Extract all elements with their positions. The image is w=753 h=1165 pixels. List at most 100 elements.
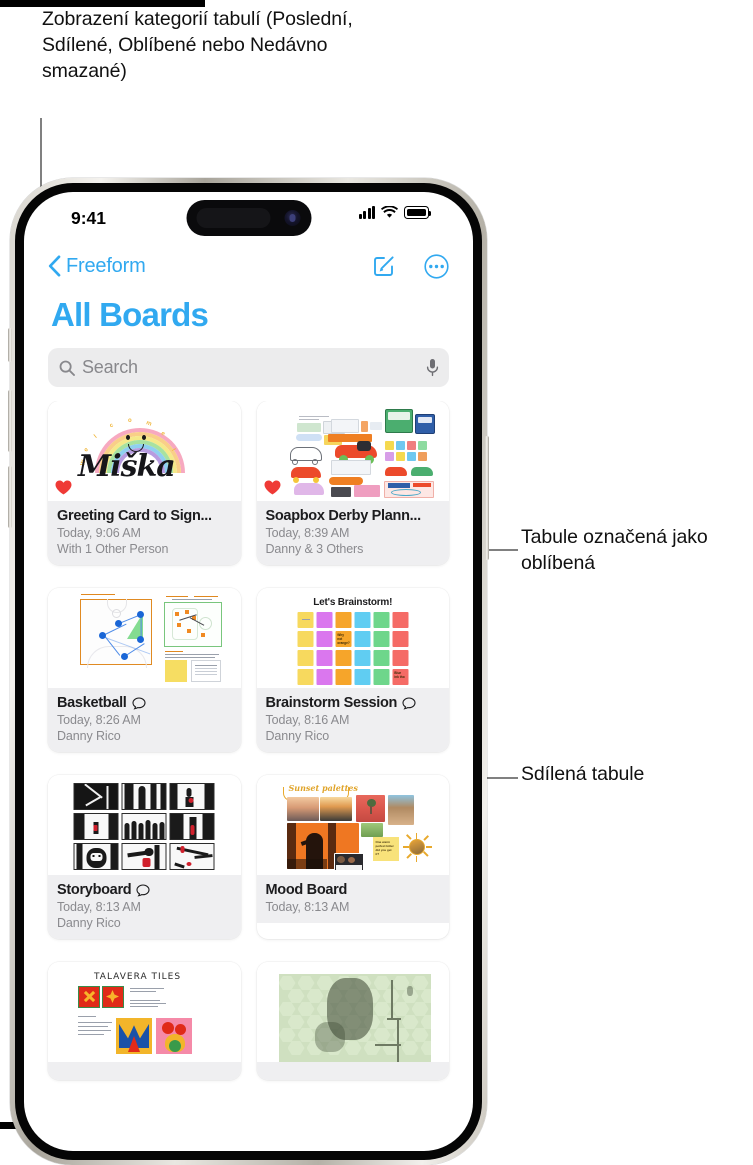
board-participants: Danny Rico [265, 729, 330, 743]
status-bar-indicators [358, 206, 432, 219]
board-participants: Danny Rico [57, 729, 121, 743]
board-card-soapbox-derby[interactable]: Soapbox Derby Plann... Today, 8:39 AM Da… [256, 401, 450, 565]
mood-photo [286, 797, 319, 821]
thumbnail-handwriting-text: TALAVERA TILES [94, 972, 182, 982]
basketball-table-card [191, 660, 221, 682]
board-card-mood-board[interactable]: Sunset palettes One warm perfect bitter … [256, 775, 450, 939]
board-title: Storyboard [57, 882, 232, 898]
mood-photo [319, 797, 352, 821]
mute-switch[interactable] [8, 328, 12, 362]
iphone-device-frame: 9:41 Freeform All Boards Search W e l c … [8, 178, 489, 1165]
board-timestamp: Today, 9:06 AM [57, 526, 141, 540]
board-card-basketball[interactable]: Basketball Today, 8:26 AM Danny Rico [48, 588, 241, 752]
status-bar: 9:41 [24, 192, 473, 244]
board-participants: Danny Rico [57, 916, 121, 930]
favorite-heart-icon [264, 480, 280, 495]
board-card-storyboard[interactable]: Storyboard Today, 8:13 AM Danny Rico [48, 775, 241, 939]
dynamic-island-pill [196, 208, 270, 228]
mood-photo [360, 823, 383, 837]
boards-scroll-area[interactable]: W e l c o m e ! Miška Greeting Card to S… [24, 401, 473, 1121]
wifi-icon [381, 206, 398, 218]
storyboard-frame [169, 813, 215, 840]
board-thumbnail-storyboard [48, 775, 241, 875]
nav-bar-actions [372, 253, 449, 279]
shared-board-bubble-icon [402, 696, 416, 710]
thumbnail-artwork-map [257, 962, 450, 1062]
thumbnail-artwork-mood-board: Sunset palettes One warm perfect bitter … [257, 775, 450, 875]
board-timestamp: Today, 8:39 AM [265, 526, 350, 540]
microphone-icon[interactable] [425, 358, 440, 377]
thumbnail-artwork-soapbox-derby [257, 401, 450, 501]
board-thumbnail-talavera: TALAVERA TILES [48, 962, 241, 1062]
phone-bezel: 9:41 Freeform All Boards Search W e l c … [15, 183, 482, 1160]
back-button-label: Freeform [66, 254, 146, 277]
search-icon [59, 360, 75, 376]
storyboard-frame-grid [73, 783, 215, 870]
board-participants: Danny & 3 Others [265, 542, 364, 556]
front-camera-icon [284, 210, 300, 226]
mood-board-sun-doodle [402, 833, 432, 862]
board-meta-talavera [48, 1062, 241, 1080]
back-button-freeform[interactable]: Freeform [48, 255, 146, 278]
thumbnail-heading-text: Let's Brainstorm! [313, 597, 393, 608]
hex-map-artwork [278, 974, 431, 1062]
storyboard-frame [121, 813, 167, 840]
board-timestamp: Today, 8:16 AM [265, 713, 350, 727]
board-participants: With 1 Other Person [57, 542, 169, 556]
thumbnail-script-text: Miška [78, 449, 176, 484]
thumbnail-artwork-brainstorm: Let's Brainstorm! Why not orange? Blue i… [257, 588, 450, 688]
mood-board-sticky-note: One warm perfect bitter did you get it? [372, 837, 399, 861]
board-card-brainstorm-session[interactable]: Let's Brainstorm! Why not orange? Blue i… [256, 588, 450, 752]
board-meta-mood-board: Mood Board Today, 8:13 AM [256, 875, 449, 923]
board-title: Basketball [57, 695, 232, 711]
talavera-tile [116, 1018, 152, 1054]
board-title: Soapbox Derby Plann... [265, 508, 421, 524]
board-card-talavera-tiles[interactable]: TALAVERA TILES [48, 962, 241, 1080]
mood-photo [387, 795, 414, 825]
board-meta-greeting-card: Greeting Card to Sign... Today, 9:06 AM … [48, 501, 241, 565]
ellipsis-circle-icon[interactable] [424, 253, 449, 279]
storyboard-frame [169, 843, 215, 870]
board-title: Brainstorm Session [266, 695, 441, 711]
callout-favorite-board: Tabule označená jako oblíbená [521, 526, 708, 574]
storyboard-frame [73, 843, 119, 870]
volume-down-button[interactable] [8, 466, 12, 528]
mood-photo [333, 853, 364, 871]
board-thumbnail-soapbox-derby [256, 401, 450, 501]
compose-icon[interactable] [372, 254, 396, 278]
basketball-sticky-note [165, 660, 187, 682]
sticky-note-text: Blue ink tho [394, 671, 405, 679]
search-placeholder: Search [82, 357, 138, 377]
phone-screen: 9:41 Freeform All Boards Search W e l c … [24, 192, 473, 1151]
battery-full-icon [404, 206, 432, 219]
sticky-note-lines: One warm perfect bitter did you get it? [375, 840, 394, 856]
board-card-greeting-card[interactable]: W e l c o m e ! Miška Greeting Card to S… [48, 401, 241, 565]
board-title: Greeting Card to Sign... [57, 508, 212, 524]
cellular-signal-icon [358, 206, 375, 219]
search-container: Search [24, 338, 473, 387]
board-meta-basketball: Basketball Today, 8:26 AM Danny Rico [48, 688, 241, 752]
storyboard-frame [73, 813, 119, 840]
basketball-play-diagram [164, 602, 222, 647]
power-button[interactable] [485, 436, 489, 560]
board-card-map[interactable] [256, 962, 450, 1080]
volume-up-button[interactable] [8, 390, 12, 452]
board-thumbnail-greeting-card: W e l c o m e ! Miška [48, 401, 241, 501]
thumbnail-artwork-talavera: TALAVERA TILES [48, 962, 241, 1062]
search-input[interactable]: Search [48, 348, 449, 387]
basketball-court-diagram [80, 599, 152, 668]
board-timestamp: Today, 8:13 AM [57, 900, 141, 914]
screenshot-stage: Zobrazení kategorií tabulí (Poslední, Sd… [0, 0, 753, 1165]
callout-shared-board: Sdílená tabule [521, 763, 645, 785]
storyboard-frame [121, 843, 167, 870]
page-title: All Boards [51, 296, 209, 333]
thumbnail-artwork-basketball [48, 588, 241, 688]
status-bar-time: 9:41 [71, 208, 107, 228]
dynamic-island [186, 200, 311, 236]
board-thumbnail-map [256, 962, 450, 1062]
sticky-note-grid: Why not orange? Blue ink tho [297, 612, 409, 685]
sticky-note-text: Why not orange? [337, 633, 350, 645]
thumbnail-artwork-greeting-card: W e l c o m e ! Miška [48, 401, 241, 501]
storyboard-frame [169, 783, 215, 810]
battery-level-fill [406, 208, 427, 217]
